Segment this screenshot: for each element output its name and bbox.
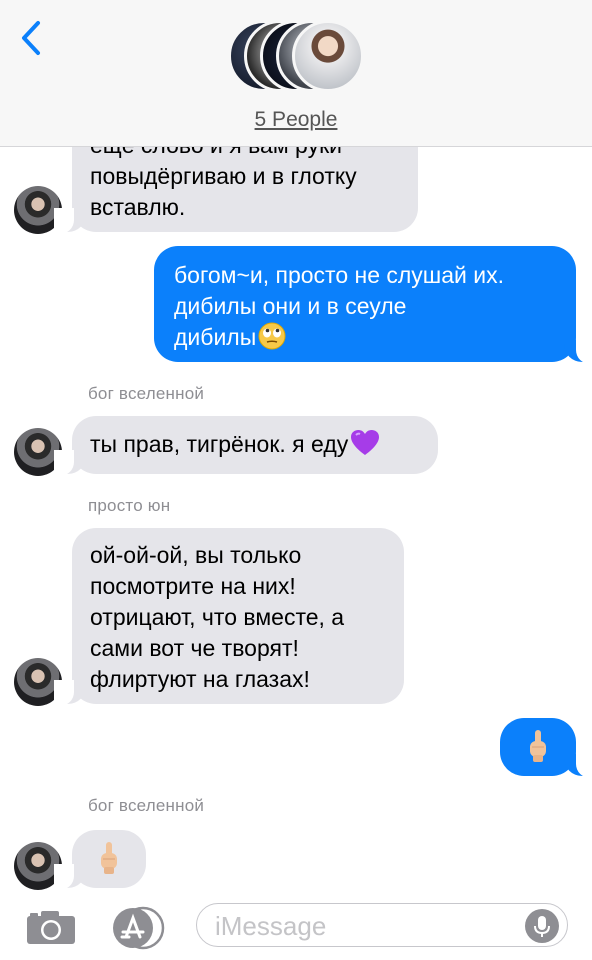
- message-text: богом~и, просто не слушай их. дибилы они…: [174, 262, 505, 350]
- sender-name: бог вселенной: [88, 384, 205, 403]
- chevron-left-icon: [14, 21, 50, 62]
- bubble-tail: [54, 864, 86, 890]
- camera-button[interactable]: [25, 910, 77, 946]
- compose-bar: iMessage: [0, 894, 592, 960]
- message-bubble-incoming[interactable]: ты прав, тигрёнок. я еду: [72, 416, 438, 474]
- bubble-tail: [54, 208, 86, 234]
- sender-name: просто юн: [88, 496, 171, 515]
- middle-finger-emoji-icon: [527, 729, 549, 771]
- camera-icon: [25, 911, 77, 950]
- microphone-icon: [525, 916, 559, 947]
- bubble-tail: [564, 752, 592, 778]
- group-avatar-stack[interactable]: [228, 20, 368, 96]
- middle-finger-emoji-icon: [98, 841, 120, 883]
- group-members-link[interactable]: 5 People: [0, 108, 592, 132]
- avatar: [292, 20, 364, 92]
- back-button[interactable]: [14, 18, 50, 58]
- message-text: ой-ой-ой, вы только посмотрите на них! о…: [90, 542, 345, 692]
- message-bubble-outgoing[interactable]: богом~и, просто не слушай их. дибилы они…: [154, 246, 576, 362]
- conversation-header: 5 People: [0, 0, 592, 147]
- bubble-tail: [54, 450, 86, 476]
- app-store-button[interactable]: [109, 906, 165, 950]
- dictation-button[interactable]: [525, 909, 559, 943]
- sender-name: бог вселенной: [88, 796, 205, 815]
- message-text: ты прав, тигрёнок. я еду: [90, 431, 349, 457]
- app-store-icon: [109, 906, 167, 954]
- message-bubble-incoming[interactable]: ой-ой-ой, вы только посмотрите на них! о…: [72, 528, 404, 704]
- bubble-tail: [54, 680, 86, 706]
- message-input[interactable]: iMessage: [196, 903, 568, 947]
- eye-roll-emoji-icon: [258, 322, 286, 358]
- message-input-placeholder: iMessage: [215, 911, 327, 941]
- purple-heart-emoji-icon: [350, 429, 380, 465]
- message-bubble-outgoing[interactable]: [500, 718, 576, 776]
- bubble-tail: [564, 338, 592, 364]
